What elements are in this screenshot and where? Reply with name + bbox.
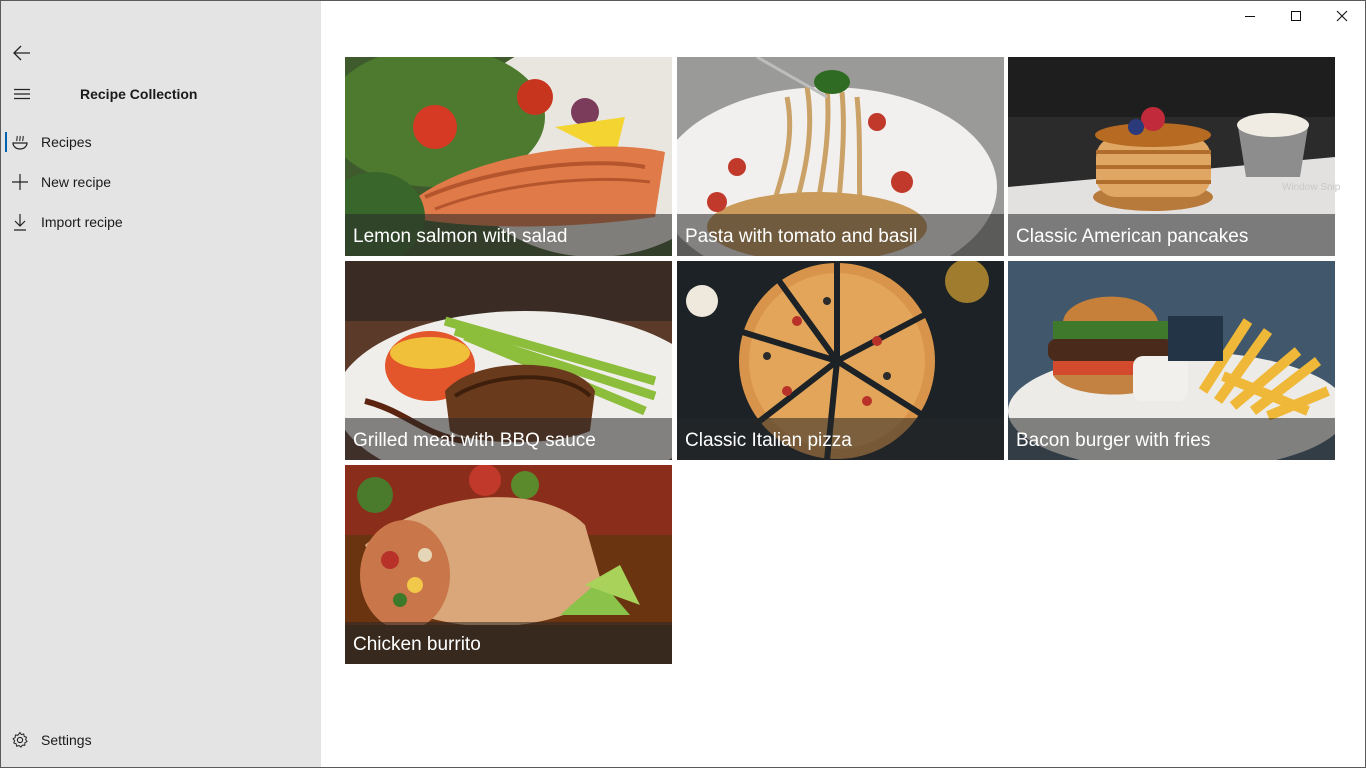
nav-item-label: Recipes bbox=[41, 134, 92, 150]
hamburger-icon bbox=[14, 88, 30, 100]
nav-item-settings[interactable]: Settings bbox=[0, 720, 321, 760]
recipe-tile-burger[interactable]: Bacon burger with fries bbox=[1008, 261, 1335, 460]
recipe-tile-pasta[interactable]: Pasta with tomato and basil bbox=[677, 57, 1004, 256]
download-icon bbox=[0, 202, 40, 242]
nav-item-label: Import recipe bbox=[41, 214, 123, 230]
close-button[interactable] bbox=[1319, 0, 1365, 32]
plus-icon bbox=[0, 162, 40, 202]
recipe-tile-grilled-meat[interactable]: Grilled meat with BBQ sauce bbox=[345, 261, 672, 460]
recipe-title: Classic Italian pizza bbox=[685, 430, 852, 451]
recipe-title: Bacon burger with fries bbox=[1016, 430, 1211, 451]
recipe-title: Lemon salmon with salad bbox=[353, 226, 568, 247]
minimize-button[interactable] bbox=[1227, 0, 1273, 32]
nav-item-new-recipe[interactable]: New recipe bbox=[0, 162, 321, 202]
maximize-icon bbox=[1291, 11, 1301, 21]
nav-item-recipes[interactable]: Recipes bbox=[0, 122, 321, 162]
app-title: Recipe Collection bbox=[80, 86, 198, 102]
recipe-tile-pizza[interactable]: Classic Italian pizza bbox=[677, 261, 1004, 460]
recipe-tile-burrito[interactable]: Chicken burrito bbox=[345, 465, 672, 664]
window-snip-hint: Window Snip bbox=[1282, 182, 1341, 193]
back-button[interactable] bbox=[2, 34, 42, 72]
recipe-title: Classic American pancakes bbox=[1016, 226, 1249, 247]
nav-item-label: Settings bbox=[41, 732, 92, 748]
arrow-left-icon bbox=[13, 45, 30, 61]
recipe-tile-lemon-salmon[interactable]: Lemon salmon with salad bbox=[345, 57, 672, 256]
recipe-title: Grilled meat with BBQ sauce bbox=[353, 430, 596, 451]
nav-item-label: New recipe bbox=[41, 174, 112, 190]
selection-indicator bbox=[5, 132, 7, 152]
recipe-title: Pasta with tomato and basil bbox=[685, 226, 918, 247]
close-icon bbox=[1336, 10, 1348, 22]
navigation-pane: Recipe Collection Recipes New recipe Imp… bbox=[0, 0, 321, 768]
recipe-title: Chicken burrito bbox=[353, 634, 481, 655]
gear-icon bbox=[0, 720, 40, 760]
hamburger-menu-button[interactable] bbox=[2, 74, 42, 114]
minimize-icon bbox=[1245, 16, 1255, 17]
recipe-tile-pancakes[interactable]: Classic American pancakes bbox=[1008, 57, 1335, 256]
nav-item-import-recipe[interactable]: Import recipe bbox=[0, 202, 321, 242]
maximize-button[interactable] bbox=[1273, 0, 1319, 32]
